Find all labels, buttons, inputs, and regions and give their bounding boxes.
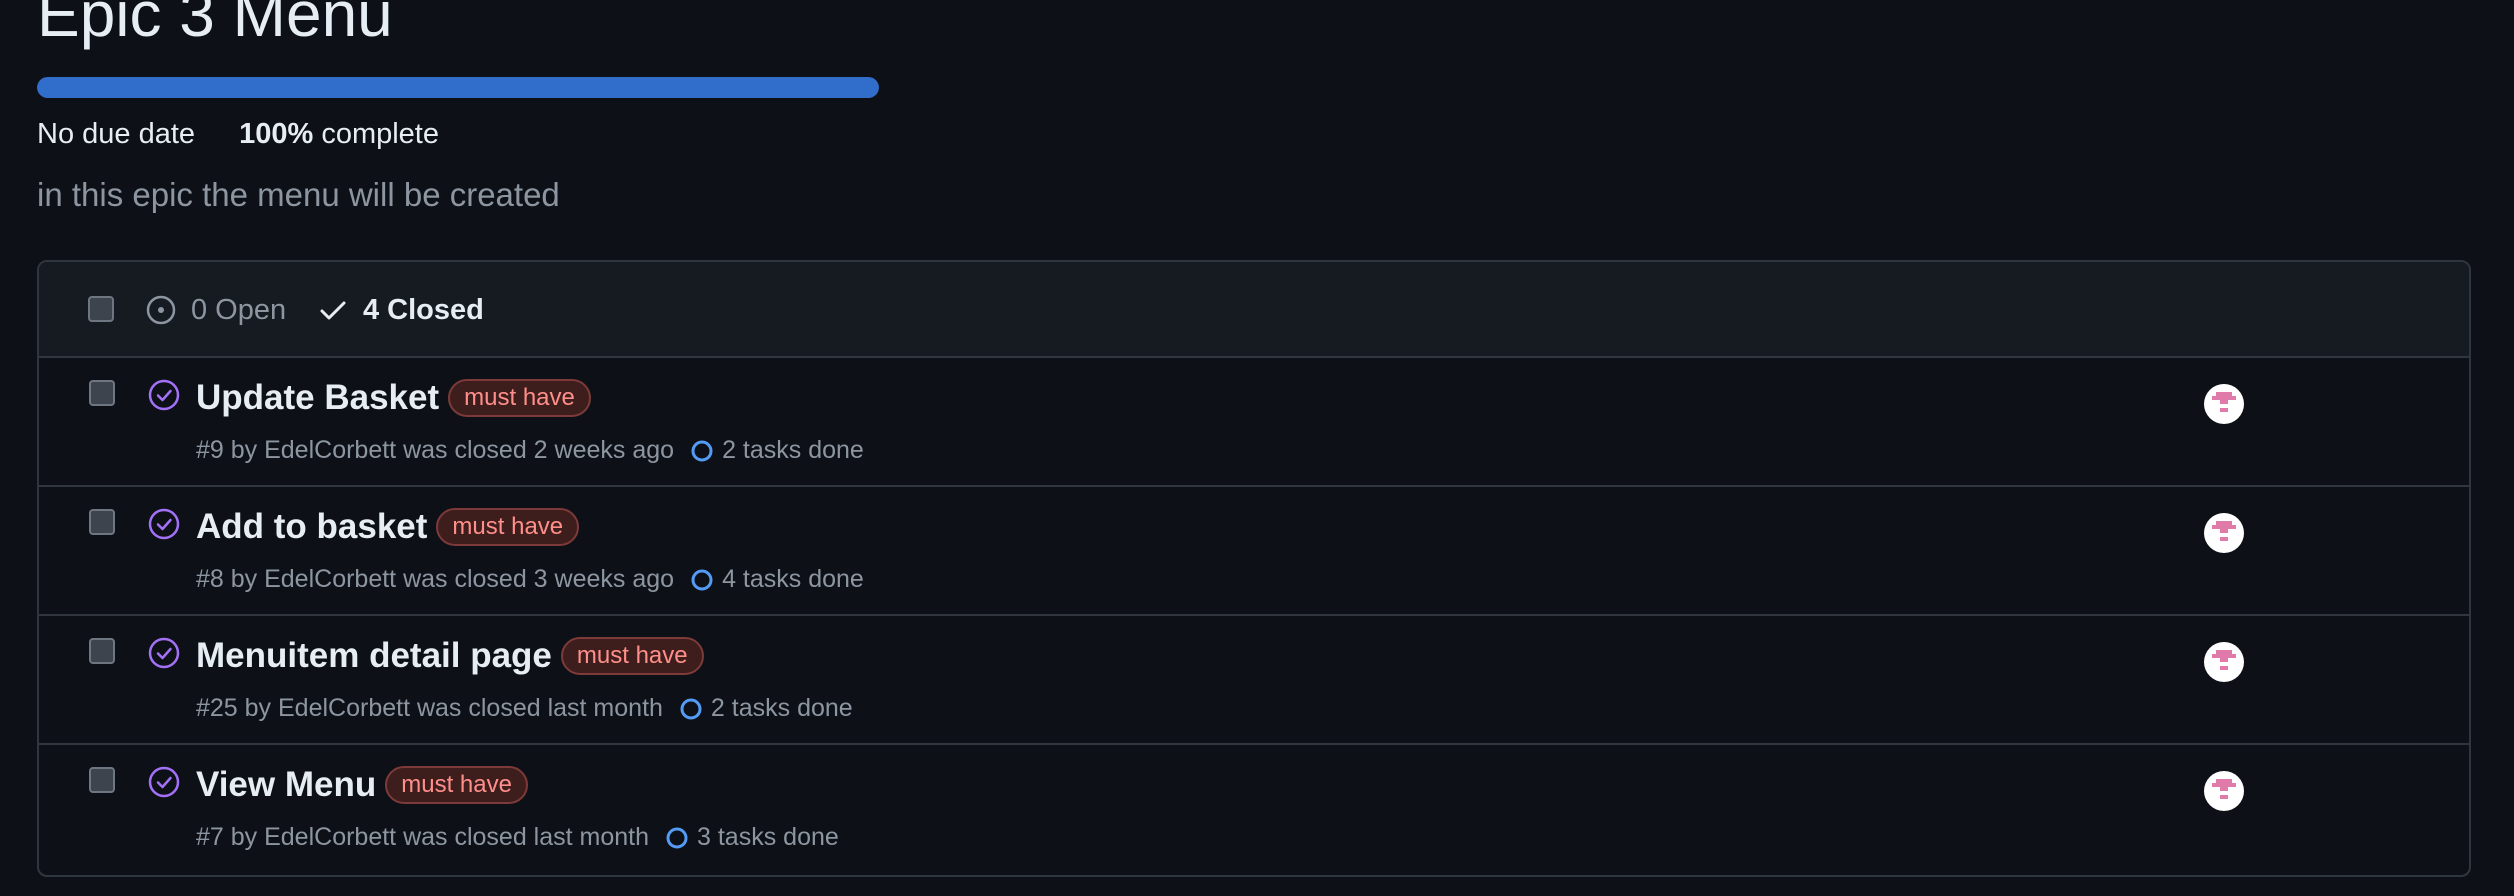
issue-meta: #7 by EdelCorbett was closed last month … bbox=[196, 823, 839, 852]
task-progress-icon bbox=[691, 569, 713, 590]
issues-header: 0 Open 4 Closed bbox=[39, 262, 2469, 358]
issue-title-link[interactable]: Update Basket bbox=[196, 378, 439, 418]
issue-meta-text: #7 by EdelCorbett was closed last month bbox=[196, 823, 650, 851]
open-issues-tab[interactable]: 0 Open bbox=[145, 262, 286, 358]
issue-closed-icon bbox=[148, 766, 180, 798]
tasks-progress: 4 tasks done bbox=[690, 565, 864, 594]
progress-bar-fill bbox=[37, 77, 879, 98]
tasks-progress: 2 tasks done bbox=[690, 436, 864, 465]
issue-title-link[interactable]: Menuitem detail page bbox=[196, 636, 552, 676]
label-must-have[interactable]: must have bbox=[448, 378, 591, 418]
identicon-icon bbox=[2212, 392, 2236, 412]
completion-label: complete bbox=[321, 118, 439, 150]
closed-issues-label: 4 Closed bbox=[363, 293, 484, 326]
due-date: No due date bbox=[37, 118, 196, 150]
issue-closed-icon bbox=[148, 379, 180, 411]
issue-closed-icon bbox=[148, 637, 180, 669]
issue-meta-text: #25 by EdelCorbett was closed last month bbox=[196, 694, 663, 722]
issue-open-icon bbox=[146, 295, 176, 325]
tasks-done-text: 3 tasks done bbox=[697, 823, 839, 851]
issue-title-line: Update Basket must have bbox=[196, 378, 591, 418]
label-must-have[interactable]: must have bbox=[560, 636, 704, 676]
identicon-icon bbox=[2212, 650, 2236, 670]
tasks-done-text: 2 tasks done bbox=[710, 694, 853, 722]
issue-title-line: Add to basket must have bbox=[196, 507, 580, 547]
assignee-avatar[interactable] bbox=[2204, 642, 2244, 682]
issue-meta: #25 by EdelCorbett was closed last month… bbox=[196, 694, 853, 723]
issue-checkbox[interactable] bbox=[89, 509, 115, 535]
issue-meta: #8 by EdelCorbett was closed 3 weeks ago… bbox=[196, 565, 864, 594]
issue-row: Add to basket must have #8 by EdelCorbet… bbox=[39, 487, 2469, 616]
progress-bar bbox=[37, 77, 879, 98]
completion-status: 100% complete bbox=[239, 118, 439, 150]
milestone-page: Epic 3 Menu No due date 100% complete in… bbox=[0, 0, 2514, 896]
issue-row: View Menu must have #7 by EdelCorbett wa… bbox=[39, 745, 2469, 874]
issue-row: Update Basket must have #9 by EdelCorbet… bbox=[39, 358, 2469, 487]
issue-closed-icon bbox=[148, 508, 180, 540]
issue-list: Update Basket must have #9 by EdelCorbet… bbox=[39, 358, 2469, 874]
identicon-icon bbox=[2212, 779, 2236, 799]
issue-meta: #9 by EdelCorbett was closed 2 weeks ago… bbox=[196, 436, 864, 465]
task-progress-icon bbox=[680, 698, 702, 719]
identicon-icon bbox=[2212, 521, 2236, 541]
issue-title-link[interactable]: Add to basket bbox=[196, 507, 427, 547]
issue-checkbox[interactable] bbox=[89, 380, 115, 406]
label-must-have[interactable]: must have bbox=[385, 765, 528, 805]
issue-row: Menuitem detail page must have #25 by Ed… bbox=[39, 616, 2469, 745]
issue-title-line: Menuitem detail page must have bbox=[196, 636, 704, 676]
assignee-avatar[interactable] bbox=[2204, 771, 2244, 811]
issue-meta-text: #9 by EdelCorbett was closed 2 weeks ago bbox=[196, 436, 675, 464]
check-icon bbox=[320, 301, 346, 320]
issue-checkbox[interactable] bbox=[89, 767, 115, 793]
task-progress-icon bbox=[691, 440, 713, 461]
milestone-meta: No due date 100% complete bbox=[37, 118, 439, 151]
issue-title-line: View Menu must have bbox=[196, 765, 528, 805]
assignee-avatar[interactable] bbox=[2204, 513, 2244, 553]
task-progress-icon bbox=[666, 827, 688, 848]
tasks-done-text: 4 tasks done bbox=[722, 565, 864, 593]
milestone-description: in this epic the menu will be created bbox=[37, 176, 560, 213]
closed-issues-tab[interactable]: 4 Closed bbox=[317, 262, 484, 358]
milestone-title: Epic 3 Menu bbox=[37, 0, 393, 50]
completion-percent: 100% bbox=[239, 118, 314, 150]
issue-checkbox[interactable] bbox=[89, 638, 115, 664]
issues-box: 0 Open 4 Closed Update Basket must have … bbox=[37, 260, 2471, 877]
tasks-done-text: 2 tasks done bbox=[722, 436, 864, 464]
tasks-progress: 3 tasks done bbox=[665, 823, 839, 852]
select-all-checkbox[interactable] bbox=[88, 296, 114, 322]
assignee-avatar[interactable] bbox=[2204, 384, 2244, 424]
issue-title-link[interactable]: View Menu bbox=[196, 765, 376, 805]
open-issues-label: 0 Open bbox=[191, 293, 287, 326]
tasks-progress: 2 tasks done bbox=[679, 694, 853, 723]
issue-meta-text: #8 by EdelCorbett was closed 3 weeks ago bbox=[196, 565, 675, 593]
label-must-have[interactable]: must have bbox=[436, 507, 580, 547]
